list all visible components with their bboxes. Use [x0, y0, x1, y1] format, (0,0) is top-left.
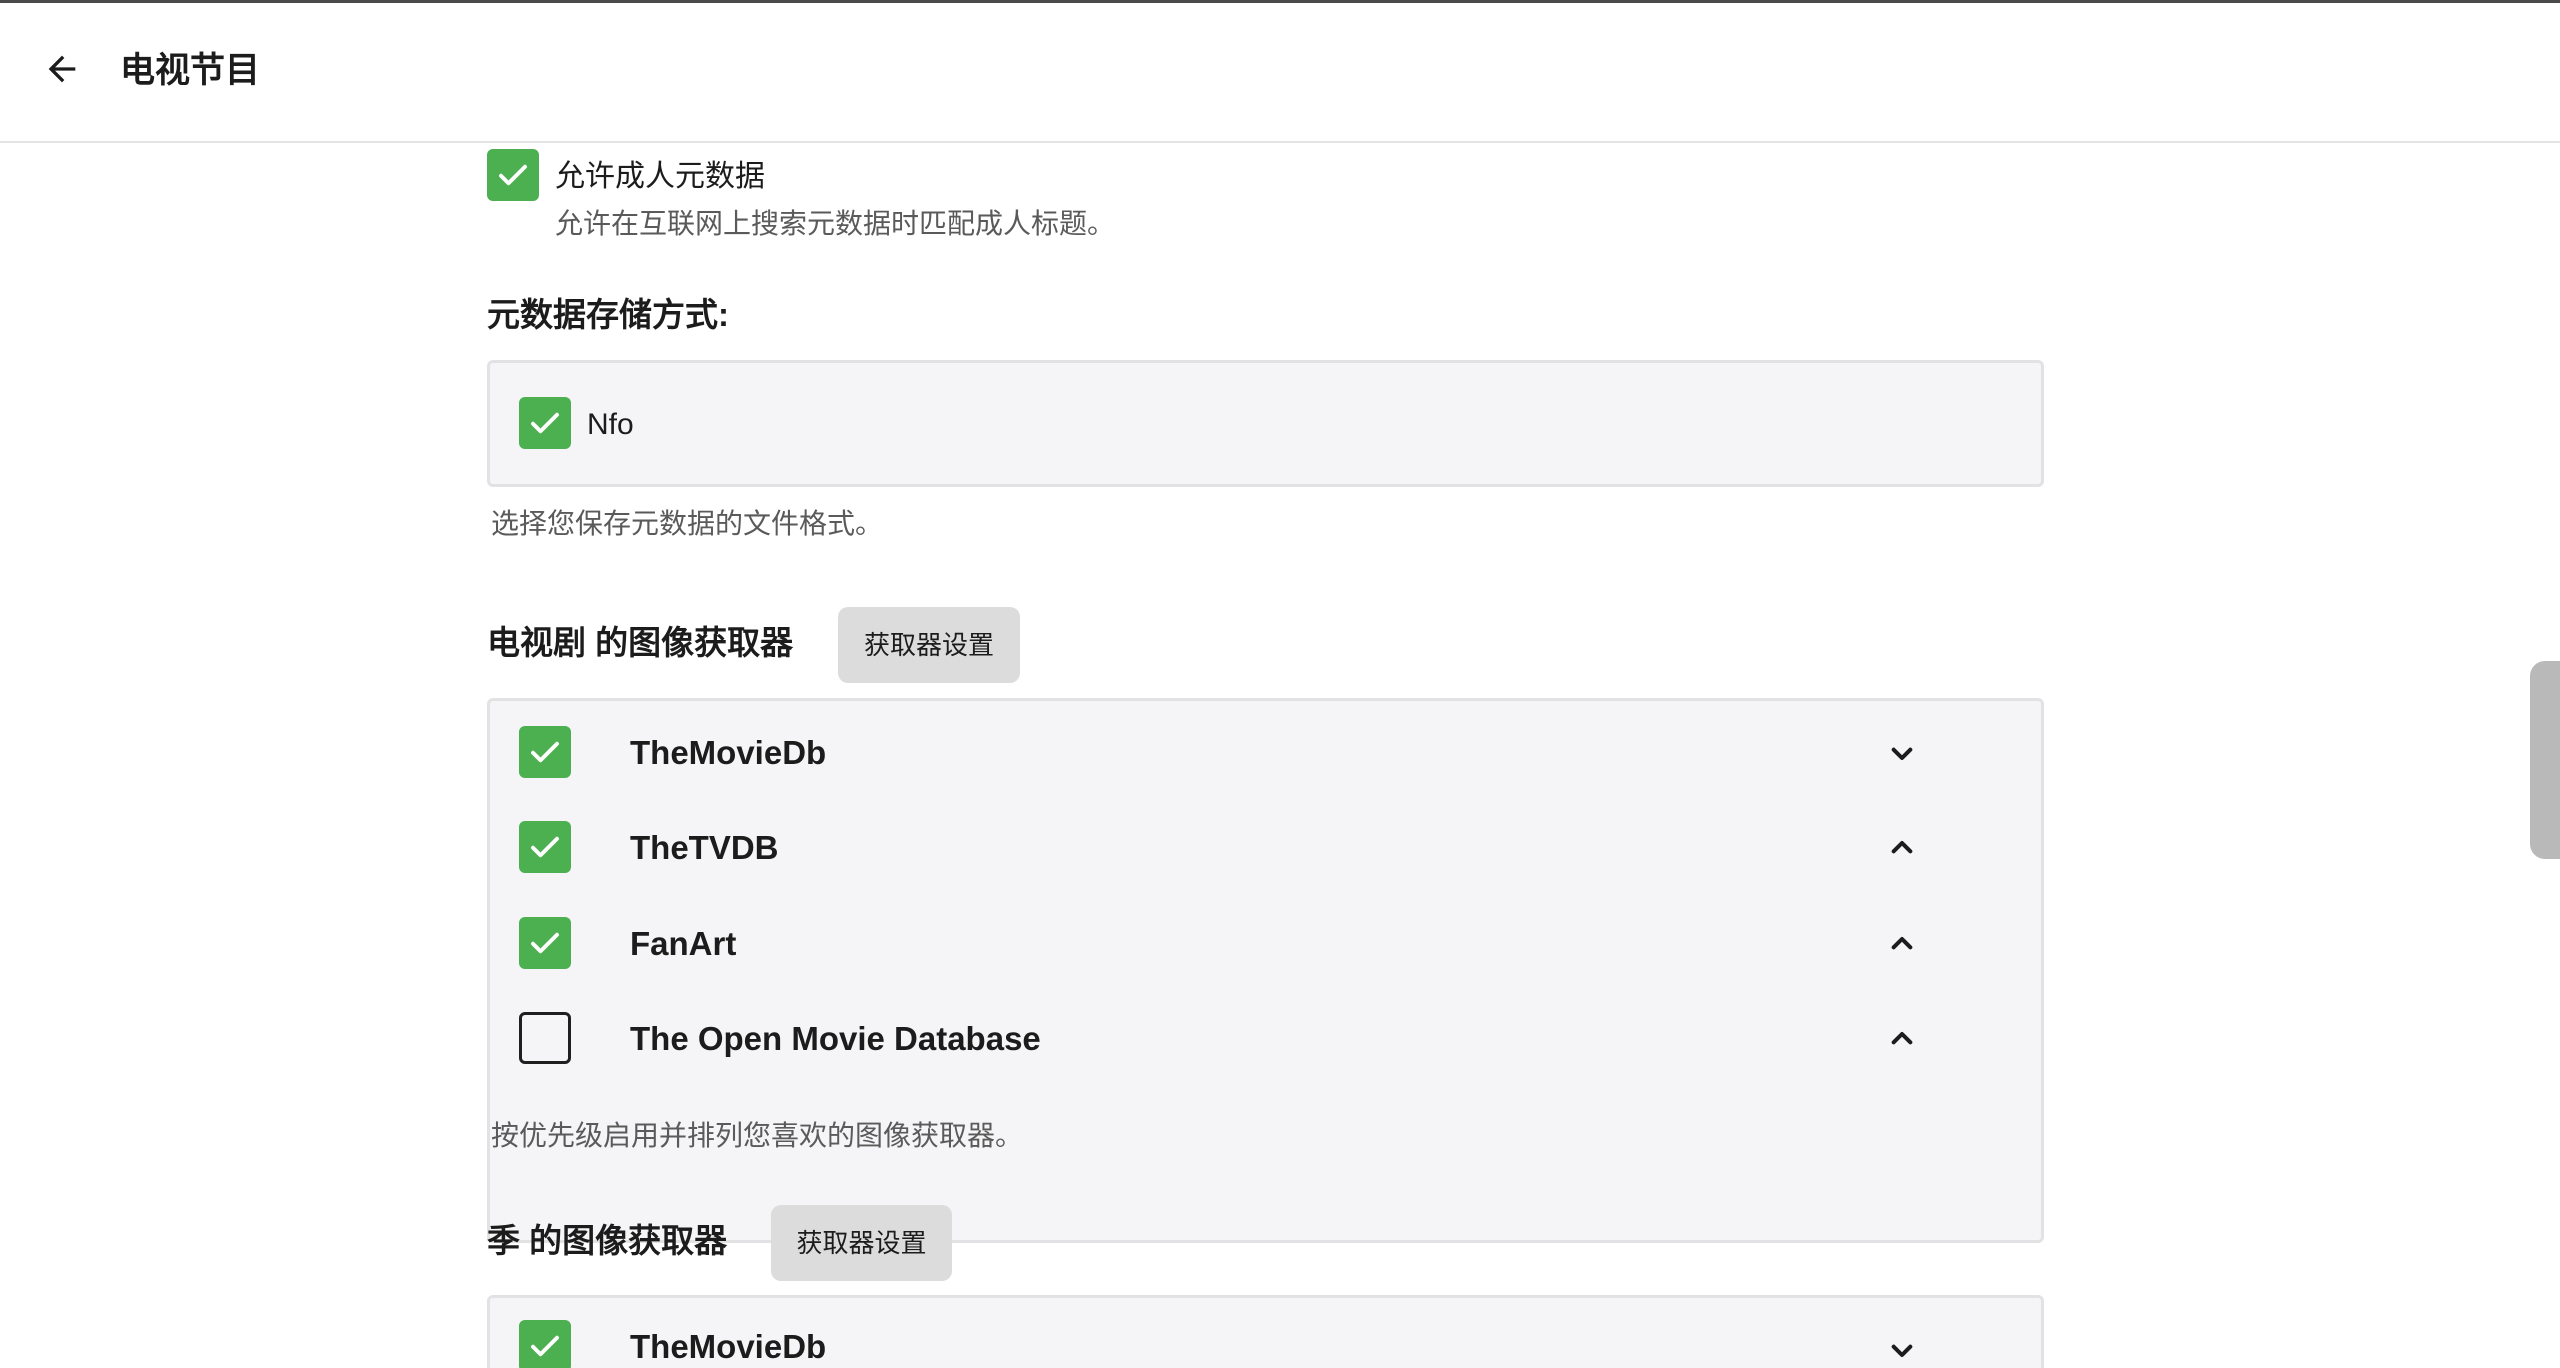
themoviedb-checkbox[interactable] — [519, 726, 571, 778]
metadata-savers-list: Nfo — [487, 360, 2044, 487]
adult-metadata-label: 允许成人元数据 — [555, 160, 765, 193]
checkmark-icon — [531, 412, 559, 434]
chevron-up-icon[interactable] — [1882, 828, 1922, 868]
fetcher-name: TheMovieDb — [630, 1328, 827, 1365]
fetcher-name: TheMovieDb — [630, 734, 827, 771]
checkmark-icon — [531, 836, 559, 858]
metadata-savers-title: 元数据存储方式: — [487, 296, 729, 333]
series-image-fetchers-list: TheMovieDb TheTVDB FanArt The Open Movie… — [487, 698, 2044, 1243]
arrow-left-icon — [48, 55, 76, 83]
checkmark-icon — [531, 1335, 559, 1357]
page-title: 电视节目 — [120, 51, 261, 90]
adult-metadata-checkbox[interactable] — [487, 149, 539, 201]
thetvdb-checkbox[interactable] — [519, 821, 571, 873]
nfo-checkbox[interactable] — [519, 397, 571, 449]
metadata-savers-description: 选择您保存元数据的文件格式。 — [491, 508, 884, 539]
adult-metadata-description: 允许在互联网上搜索元数据时匹配成人标题。 — [555, 208, 1116, 239]
chevron-up-icon[interactable] — [1882, 1019, 1922, 1059]
season-image-fetchers-title: 季 的图像获取器 — [487, 1222, 728, 1259]
back-button[interactable] — [32, 39, 92, 99]
vertical-scrollbar-thumb[interactable] — [2530, 661, 2560, 859]
fanart-checkbox[interactable] — [519, 917, 571, 969]
fetcher-name: The Open Movie Database — [630, 1020, 1041, 1057]
omdb-checkbox[interactable] — [519, 1012, 571, 1064]
chevron-up-icon[interactable] — [1882, 924, 1922, 964]
nfo-label: Nfo — [587, 408, 634, 441]
checkmark-icon — [499, 164, 527, 186]
series-fetcher-settings-button[interactable]: 获取器设置 — [838, 607, 1020, 683]
settings-content: 允许成人元数据 允许在互联网上搜索元数据时匹配成人标题。 元数据存储方式: Nf… — [0, 143, 2560, 1368]
chevron-down-icon[interactable] — [1882, 733, 1922, 773]
series-image-fetchers-description: 按优先级启用并排列您喜欢的图像获取器。 — [491, 1120, 1024, 1151]
series-image-fetchers-title: 电视剧 的图像获取器 — [487, 624, 794, 661]
fetcher-name: FanArt — [630, 925, 737, 962]
chevron-down-icon[interactable] — [1882, 1330, 1922, 1368]
app-header: 电视节目 — [0, 3, 2560, 143]
checkmark-icon — [531, 741, 559, 763]
themoviedb-checkbox[interactable] — [519, 1320, 571, 1368]
season-image-fetchers-list: TheMovieDb — [487, 1295, 2044, 1368]
fetcher-name: TheTVDB — [630, 829, 779, 866]
season-fetcher-settings-button[interactable]: 获取器设置 — [771, 1205, 952, 1281]
checkmark-icon — [531, 932, 559, 954]
